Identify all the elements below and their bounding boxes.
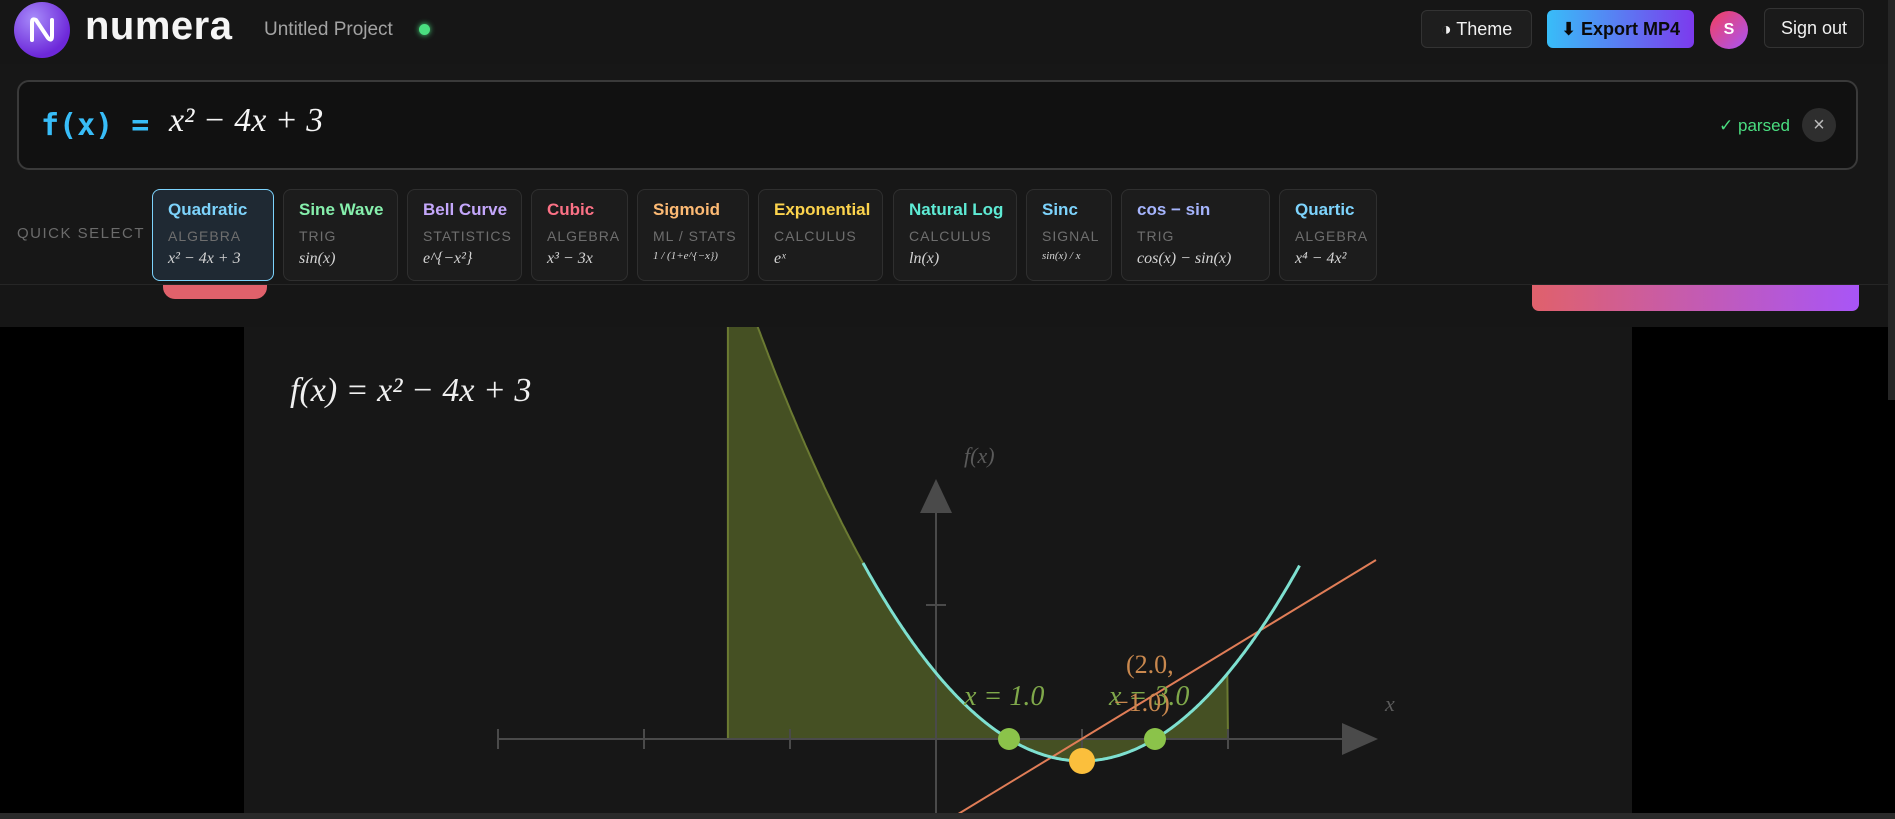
graph-svg: f(x) = x² − 4x + 3 f(x) x x = 1.0 x = 3.… [290, 327, 1395, 819]
preset-formula: ln(x) [909, 250, 940, 267]
preset-formula: 1 / (1+e^{−x}) [653, 250, 718, 262]
preset-formula: x⁴ − 4x² [1295, 250, 1347, 267]
graph-canvas[interactable]: f(x) = x² − 4x + 3 f(x) x x = 1.0 x = 3.… [244, 327, 1632, 819]
preset-title: Exponential [774, 200, 871, 219]
preset-formula: e^{−x²} [423, 250, 473, 267]
preset-category: CALCULUS [774, 228, 857, 244]
vertical-scrollbar[interactable] [1888, 0, 1895, 400]
preset-natural-log[interactable]: Natural Log CALCULUS ln(x) [893, 189, 1017, 281]
preset-category: ALGEBRA [168, 228, 242, 244]
canvas-title: f(x) = x² − 4x + 3 [290, 372, 531, 409]
root-point-1 [998, 728, 1020, 750]
project-name[interactable]: Untitled Project [264, 19, 393, 41]
parse-status: ✓ parsed [1719, 116, 1790, 135]
quick-select-label: QUICK SELECT [17, 225, 146, 242]
preset-title: Sigmoid [653, 200, 721, 219]
preset-quadratic[interactable]: Quadratic ALGEBRA x² − 4x + 3 [152, 189, 274, 281]
sign-out-button[interactable]: Sign out [1764, 8, 1864, 48]
horizontal-scrollbar[interactable] [0, 813, 1895, 819]
theme-button[interactable]: ◑ Theme [1421, 10, 1532, 48]
preset-category: ALGEBRA [547, 228, 621, 244]
formula-prefix: f(x) = [41, 108, 150, 143]
preset-quartic[interactable]: Quartic ALGEBRA x⁴ − 4x² [1279, 189, 1377, 281]
preset-sinc[interactable]: Sinc SIGNAL sin(x) / x [1026, 189, 1112, 281]
y-axis-arrow [920, 479, 952, 513]
preset-formula: x³ − 3x [547, 250, 593, 267]
x-axis-arrow [1342, 723, 1378, 755]
preset-title: Natural Log [909, 200, 1004, 219]
preset-cubic[interactable]: Cubic ALGEBRA x³ − 3x [531, 189, 628, 281]
user-avatar[interactable]: S [1710, 11, 1748, 49]
vertex-label-line1: (2.0, [1126, 650, 1174, 679]
preset-category: ML / STATS [653, 228, 737, 244]
root-point-2 [1144, 728, 1166, 750]
preset-category: SIGNAL [1042, 228, 1100, 244]
preset-formula: cos(x) − sin(x) [1137, 250, 1232, 267]
export-mp4-button[interactable]: ⬇ Export MP4 [1547, 10, 1694, 48]
preset-category: TRIG [299, 228, 337, 244]
preset-title: Quadratic [168, 200, 248, 219]
brand-name[interactable]: numera [85, 4, 233, 49]
y-axis-label: f(x) [964, 443, 995, 468]
vertex-label-line2: −1.0) [1114, 688, 1170, 717]
clear-formula-button[interactable]: × [1802, 108, 1836, 142]
app-header: numera Untitled Project ◑ Theme ⬇ Export… [0, 0, 1895, 64]
preset-cos-minus-sin[interactable]: cos − sin TRIG cos(x) − sin(x) [1121, 189, 1270, 281]
x-axis-label: x [1384, 691, 1395, 716]
preset-category: ALGEBRA [1295, 228, 1369, 244]
preset-formula: x² − 4x + 3 [168, 250, 241, 267]
preset-title: Sine Wave [299, 200, 384, 219]
preset-title: Bell Curve [423, 200, 508, 219]
preset-title: cos − sin [1137, 200, 1211, 219]
root-label-1: x = 1.0 [963, 681, 1044, 712]
preset-formula: sin(x) / x [1042, 250, 1081, 262]
preset-category: STATISTICS [423, 228, 512, 244]
formula-expression[interactable]: x² − 4x + 3 [169, 102, 323, 140]
preview-stage: f(x) = x² − 4x + 3 f(x) x x = 1.0 x = 3.… [0, 327, 1895, 819]
preset-sigmoid[interactable]: Sigmoid ML / STATS 1 / (1+e^{−x}) [637, 189, 749, 281]
preset-sine-wave[interactable]: Sine Wave TRIG sin(x) [283, 189, 398, 281]
preset-exponential[interactable]: Exponential CALCULUS eˣ [758, 189, 883, 281]
close-icon: × [1813, 113, 1825, 136]
saved-status-dot [419, 24, 430, 35]
preset-bell-curve[interactable]: Bell Curve STATISTICS e^{−x²} [407, 189, 522, 281]
toolbar-pill[interactable] [163, 285, 267, 299]
animation-toolbar [0, 284, 1895, 329]
vertex-point [1069, 748, 1095, 774]
preset-formula: sin(x) [299, 250, 336, 267]
formula-input[interactable]: f(x) = x² − 4x + 3 ✓ parsed × [17, 80, 1858, 170]
preset-title: Cubic [547, 200, 595, 219]
preset-formula: eˣ [774, 250, 786, 267]
preset-title: Sinc [1042, 200, 1078, 219]
generate-animation-button[interactable] [1532, 285, 1859, 311]
preset-title: Quartic [1295, 200, 1355, 219]
preset-category: TRIG [1137, 228, 1175, 244]
numera-logo-icon[interactable] [14, 2, 70, 58]
preset-category: CALCULUS [909, 228, 992, 244]
